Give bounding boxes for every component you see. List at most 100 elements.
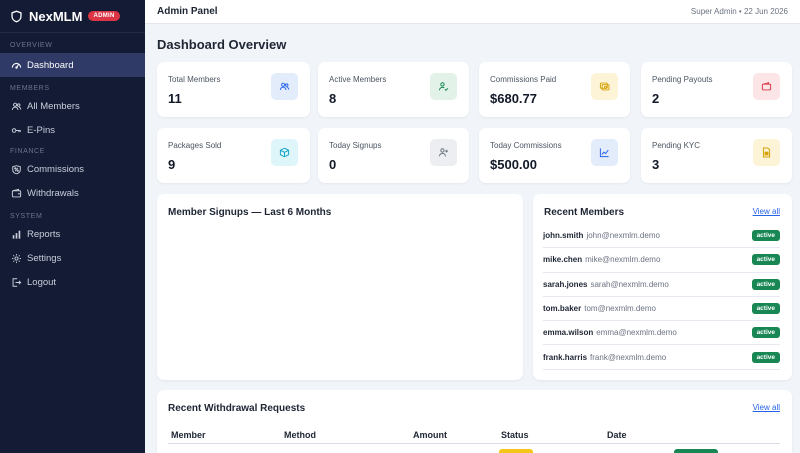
sidebar-item-commissions[interactable]: Commissions <box>0 157 145 181</box>
sidebar-item-all-members[interactable]: All Members <box>0 94 145 118</box>
topbar-user-date: Super Admin • 22 Jun 2026 <box>690 7 788 16</box>
sidebar-item-label: Settings <box>27 252 62 264</box>
stat-label: Total Members <box>168 75 221 84</box>
document-icon <box>753 139 780 166</box>
stat-card-packages-sold[interactable]: Packages Sold 9 <box>157 128 310 183</box>
section-label-members: MEMBERS <box>10 85 50 92</box>
section-label-overview: OVERVIEW <box>10 42 53 49</box>
member-email: mike@nexmlm.demo <box>585 255 661 265</box>
sidebar: NexMLM ADMIN OVERVIEW Dashboard MEMBERS … <box>0 0 145 453</box>
panel-title: Member Signups — Last 6 Months <box>168 207 332 218</box>
member-email: emma@nexmlm.demo <box>596 328 677 338</box>
stat-value: 8 <box>329 91 337 106</box>
sidebar-item-label: E-Pins <box>27 124 55 136</box>
stat-label: Pending KYC <box>652 141 701 150</box>
member-email: sarah@nexmlm.demo <box>590 279 669 289</box>
view-all-withdrawals-link[interactable]: View all <box>753 403 780 412</box>
member-email: tom@nexmlm.demo <box>584 304 656 314</box>
users-icon <box>271 73 298 100</box>
sidebar-item-e-pins[interactable]: E-Pins <box>0 118 145 142</box>
member-username: mike.chen <box>543 255 583 265</box>
column-header: Amount <box>413 430 447 440</box>
status-badge: active <box>751 230 780 242</box>
view-all-members-link[interactable]: View all <box>753 207 780 216</box>
stat-card-today-commissions[interactable]: Today Commissions $500.00 <box>479 128 630 183</box>
status-badge: active <box>751 351 780 363</box>
gear-icon <box>12 253 21 263</box>
sidebar-item-label: Dashboard <box>27 59 74 71</box>
stat-card-total-members[interactable]: Total Members 11 <box>157 62 310 117</box>
stat-card-active-members[interactable]: Active Members 8 <box>318 62 469 117</box>
member-username: emma.wilson <box>543 328 594 338</box>
brand[interactable]: NexMLM ADMIN <box>0 0 145 33</box>
status-badge: active <box>751 278 780 290</box>
key-icon <box>11 127 21 133</box>
sidebar-item-settings[interactable]: Settings <box>0 246 145 270</box>
status-badge: active <box>751 303 780 315</box>
users-icon <box>11 102 22 110</box>
column-header: Method <box>284 430 316 440</box>
sidebar-item-dashboard[interactable]: Dashboard <box>0 53 145 77</box>
stat-label: Pending Payouts <box>652 75 713 84</box>
page-title: Dashboard Overview <box>157 37 287 52</box>
sidebar-item-label: All Members <box>27 100 80 112</box>
list-item[interactable]: emma.wilson emma@nexmlm.demo active <box>543 321 780 346</box>
stat-value: 0 <box>329 157 337 172</box>
member-email: frank@nexmlm.demo <box>590 352 667 362</box>
status-badge: active <box>751 327 780 339</box>
section-label-finance: FINANCE <box>10 148 45 155</box>
stat-label: Commissions Paid <box>490 75 557 84</box>
sidebar-item-label: Commissions <box>27 163 85 175</box>
approve-button[interactable] <box>674 449 718 453</box>
list-item[interactable]: frank.harris frank@nexmlm.demo active <box>543 345 780 370</box>
table-row[interactable] <box>168 444 780 453</box>
signups-chart-panel: Member Signups — Last 6 Months <box>157 194 523 380</box>
list-item[interactable]: sarah.jones sarah@nexmlm.demo active <box>543 273 780 297</box>
member-username: tom.baker <box>543 304 582 314</box>
logout-icon <box>12 277 22 287</box>
panel-title: Recent Members <box>544 207 625 218</box>
stat-card-today-signups[interactable]: Today Signups 0 <box>318 128 469 183</box>
member-username: sarah.jones <box>543 279 588 289</box>
shield-icon <box>10 10 23 23</box>
sidebar-item-logout[interactable]: Logout <box>0 270 145 294</box>
box-icon <box>271 139 298 166</box>
column-header: Status <box>501 430 529 440</box>
panel-title: Recent Withdrawal Requests <box>168 403 306 414</box>
stat-card-commissions-paid[interactable]: Commissions Paid $680.77 <box>479 62 630 117</box>
stat-card-pending-kyc[interactable]: Pending KYC 3 <box>641 128 792 183</box>
user-plus-icon <box>430 139 457 166</box>
stat-value: $500.00 <box>490 157 537 172</box>
admin-badge: ADMIN <box>88 11 120 21</box>
stat-value: $680.77 <box>490 91 537 106</box>
brand-name: NexMLM <box>29 8 83 24</box>
sidebar-item-reports[interactable]: Reports <box>0 222 145 246</box>
stat-value: 3 <box>652 157 660 172</box>
sidebar-item-withdrawals[interactable]: Withdrawals <box>0 181 145 205</box>
recent-members-list: john.smith john@nexmlm.demo active mike.c… <box>543 224 780 370</box>
dashboard-icon <box>11 62 22 69</box>
stat-label: Active Members <box>329 75 387 84</box>
stat-label: Today Signups <box>329 141 382 150</box>
stat-label: Packages Sold <box>168 141 222 150</box>
withdrawals-panel: Recent Withdrawal Requests View all Memb… <box>157 390 792 453</box>
wallet-icon <box>11 188 22 197</box>
bar-chart-icon <box>12 230 21 239</box>
list-item[interactable]: mike.chen mike@nexmlm.demo active <box>543 248 780 273</box>
sidebar-item-label: Reports <box>27 228 61 240</box>
status-badge <box>499 449 533 453</box>
list-item[interactable]: tom.baker tom@nexmlm.demo active <box>543 297 780 322</box>
stat-value: 2 <box>652 91 660 106</box>
column-header: Member <box>171 430 206 440</box>
percent-icon <box>12 164 21 174</box>
status-badge: active <box>751 254 780 266</box>
sidebar-item-label: Logout <box>27 276 57 288</box>
topbar-title: Admin Panel <box>157 6 218 17</box>
stat-value: 9 <box>168 157 176 172</box>
section-label-system: SYSTEM <box>10 213 43 220</box>
stat-card-pending-payouts[interactable]: Pending Payouts 2 <box>641 62 792 117</box>
member-email: john@nexmlm.demo <box>586 231 660 241</box>
member-username: john.smith <box>543 231 584 241</box>
stat-label: Today Commissions <box>490 141 562 150</box>
list-item[interactable]: john.smith john@nexmlm.demo active <box>543 224 780 249</box>
